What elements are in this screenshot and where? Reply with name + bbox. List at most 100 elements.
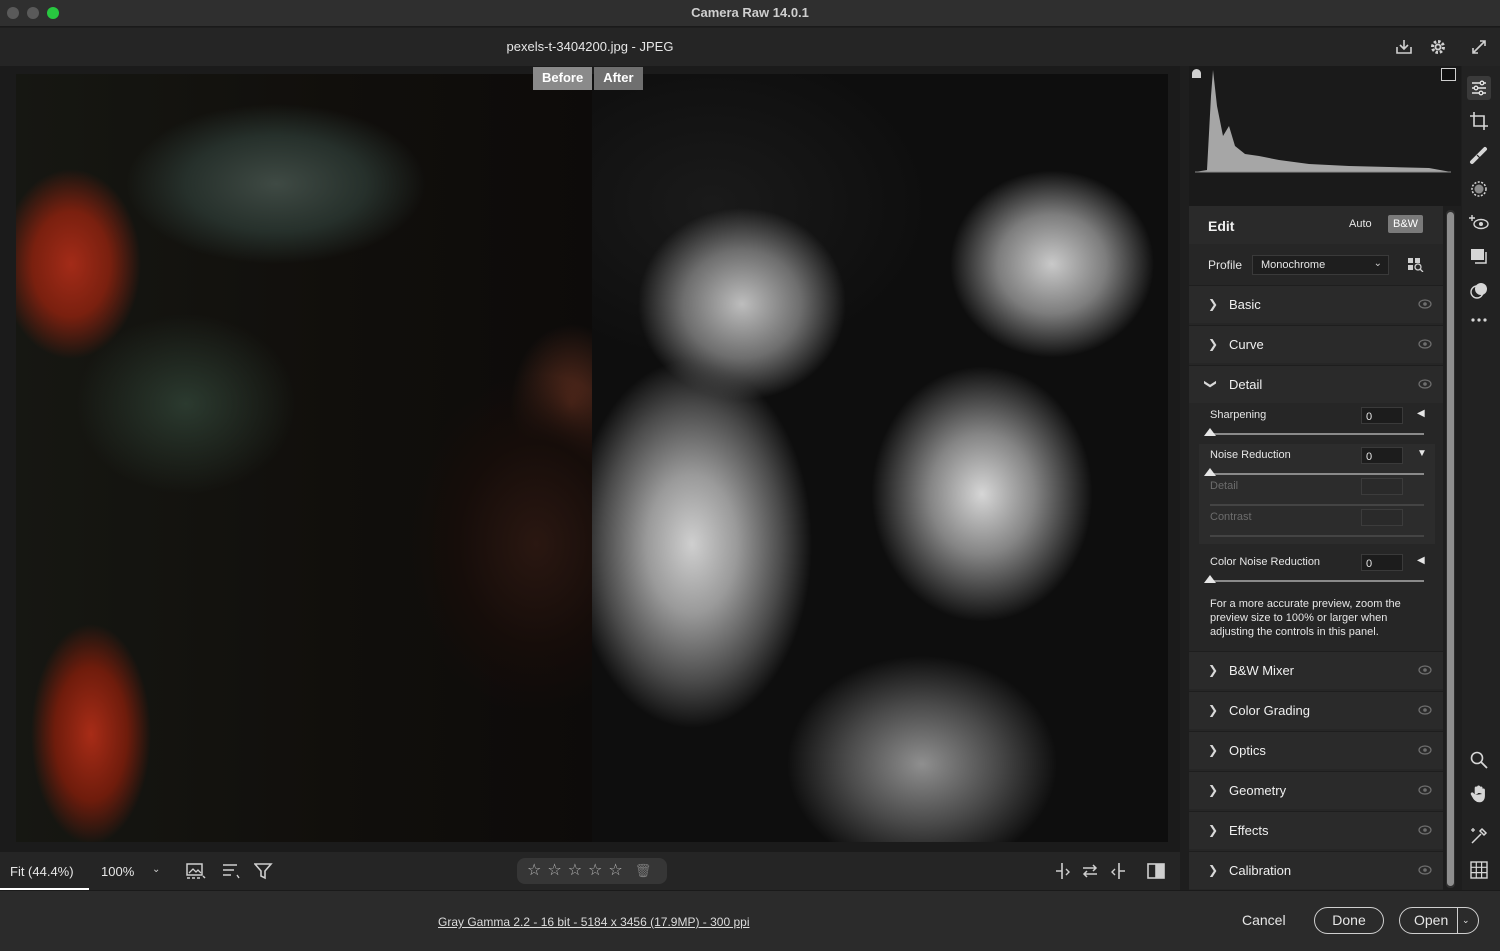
zoom-fit-button[interactable]: Fit (44.4%): [0, 852, 89, 890]
file-header: pexels-t-3404200.jpg - JPEG: [0, 28, 1500, 66]
highlight-clipping-icon[interactable]: [1441, 68, 1456, 81]
copy-settings-before-icon[interactable]: [1053, 862, 1073, 880]
star-3[interactable]: ☆: [568, 863, 582, 879]
slider-label: Detail: [1210, 480, 1239, 492]
sharpening-value-field[interactable]: 0: [1361, 407, 1403, 424]
chevron-right-icon: ❯: [1208, 297, 1219, 311]
star-2[interactable]: ☆: [547, 863, 561, 879]
save-icon[interactable]: [1394, 37, 1414, 57]
fullscreen-icon[interactable]: [1469, 37, 1489, 57]
gear-icon[interactable]: [1428, 37, 1448, 57]
chevron-down-icon[interactable]: ⌄: [1462, 908, 1470, 933]
hand-icon[interactable]: [1469, 784, 1489, 804]
sharpening-slider[interactable]: Sharpening 0 ◀: [1189, 403, 1443, 443]
filmstrip-icon[interactable]: [186, 862, 206, 880]
eye-icon[interactable]: [1418, 865, 1432, 875]
eye-icon[interactable]: [1418, 339, 1432, 349]
before-image: [16, 74, 592, 842]
noise-reduction-value-field[interactable]: 0: [1361, 447, 1403, 464]
snapshots-icon[interactable]: [1469, 247, 1489, 267]
copy-settings-after-icon[interactable]: [1108, 862, 1128, 880]
done-button[interactable]: Done: [1314, 907, 1384, 934]
section-label: Effects: [1229, 823, 1269, 838]
color-noise-value-field[interactable]: 0: [1361, 554, 1403, 571]
after-image: [592, 74, 1168, 842]
section-basic[interactable]: ❯ Basic: [1189, 285, 1443, 323]
filter-icon[interactable]: [254, 862, 274, 880]
swap-settings-icon[interactable]: [1080, 862, 1100, 880]
slider-thumb[interactable]: [1204, 428, 1216, 436]
eye-icon[interactable]: [1418, 825, 1432, 835]
chevron-right-icon: ❯: [1208, 783, 1219, 797]
section-color-grading[interactable]: ❯ Color Grading: [1189, 691, 1443, 729]
star-4[interactable]: ☆: [588, 863, 602, 879]
section-label: Curve: [1229, 337, 1264, 352]
triangle-left-icon[interactable]: ◀: [1417, 555, 1425, 566]
presets-icon[interactable]: [1469, 281, 1489, 301]
after-label: After: [594, 67, 643, 90]
section-label: Calibration: [1229, 863, 1292, 878]
slider-track: [1210, 535, 1424, 537]
chevron-right-icon: ❯: [1208, 743, 1219, 757]
slider-label: Sharpening: [1210, 409, 1267, 421]
profile-row: Profile Monochrome ⌄: [1189, 246, 1443, 284]
color-sampler-icon[interactable]: [1469, 826, 1489, 846]
section-optics[interactable]: ❯ Optics: [1189, 731, 1443, 769]
workflow-options-link[interactable]: Gray Gamma 2.2 - 16 bit - 5184 x 3456 (1…: [438, 915, 749, 929]
before-after-toggle-icon[interactable]: [1147, 862, 1167, 880]
section-label: Optics: [1229, 743, 1266, 758]
eye-icon[interactable]: [1418, 785, 1432, 795]
grid-overlay-icon[interactable]: [1469, 860, 1489, 880]
chevron-right-icon: ❯: [1208, 663, 1219, 677]
cancel-button[interactable]: Cancel: [1232, 910, 1296, 930]
star-1[interactable]: ☆: [527, 863, 541, 879]
eye-icon[interactable]: [1418, 745, 1432, 755]
divider: [1457, 908, 1458, 933]
slider-label: Contrast: [1210, 511, 1252, 523]
nr-contrast-slider: Contrast: [1189, 505, 1443, 545]
crop-icon[interactable]: [1469, 111, 1489, 131]
eye-icon[interactable]: [1418, 705, 1432, 715]
red-eye-icon[interactable]: [1469, 213, 1489, 233]
shadow-clipping-icon[interactable]: [1192, 69, 1201, 78]
edit-sliders-icon[interactable]: [1467, 76, 1491, 100]
eye-icon[interactable]: [1418, 665, 1432, 675]
triangle-left-icon[interactable]: ◀: [1417, 408, 1425, 419]
more-icon[interactable]: [1469, 310, 1489, 330]
panel-scroll-thumb[interactable]: [1447, 212, 1454, 886]
zoom-dropdown-icon[interactable]: ⌄: [152, 864, 160, 875]
section-geometry[interactable]: ❯ Geometry: [1189, 771, 1443, 809]
section-bw-mixer[interactable]: ❯ B&W Mixer: [1189, 651, 1443, 689]
masking-icon[interactable]: [1469, 179, 1489, 199]
bw-button[interactable]: B&W: [1388, 215, 1424, 233]
healing-brush-icon[interactable]: [1469, 145, 1489, 165]
auto-button[interactable]: Auto: [1344, 216, 1377, 232]
slider-thumb[interactable]: [1204, 575, 1216, 583]
color-noise-reduction-slider[interactable]: Color Noise Reduction 0 ◀: [1189, 550, 1443, 590]
eye-icon[interactable]: [1418, 379, 1432, 389]
zoom-icon[interactable]: [1469, 750, 1489, 770]
profile-select[interactable]: Monochrome ⌄: [1252, 255, 1389, 275]
section-detail[interactable]: ❯ Detail: [1189, 365, 1443, 403]
section-effects[interactable]: ❯ Effects: [1189, 811, 1443, 849]
chevron-down-icon: ⌄: [1373, 258, 1382, 269]
photo-preview[interactable]: [16, 74, 1168, 842]
image-canvas[interactable]: [0, 66, 1180, 852]
slider-label: Color Noise Reduction: [1210, 556, 1321, 568]
section-curve[interactable]: ❯ Curve: [1189, 325, 1443, 363]
histogram: [1189, 66, 1461, 206]
slider-track[interactable]: [1210, 580, 1424, 582]
star-rating[interactable]: ☆ ☆ ☆ ☆ ☆ 🗑: [517, 858, 667, 884]
profile-browser-icon[interactable]: [1408, 258, 1424, 272]
triangle-down-icon[interactable]: ▼: [1417, 448, 1427, 459]
trash-icon[interactable]: 🗑: [635, 863, 652, 879]
window-title: Camera Raw 14.0.1: [691, 5, 809, 20]
star-5[interactable]: ☆: [608, 863, 622, 879]
eye-icon[interactable]: [1418, 299, 1432, 309]
chevron-right-icon: ❯: [1208, 337, 1219, 351]
slider-track[interactable]: [1210, 433, 1424, 435]
open-button[interactable]: Open ⌄: [1399, 907, 1479, 934]
sort-icon[interactable]: [221, 862, 241, 880]
zoom-100-button[interactable]: 100%: [101, 864, 134, 879]
section-calibration[interactable]: ❯ Calibration: [1189, 851, 1443, 889]
